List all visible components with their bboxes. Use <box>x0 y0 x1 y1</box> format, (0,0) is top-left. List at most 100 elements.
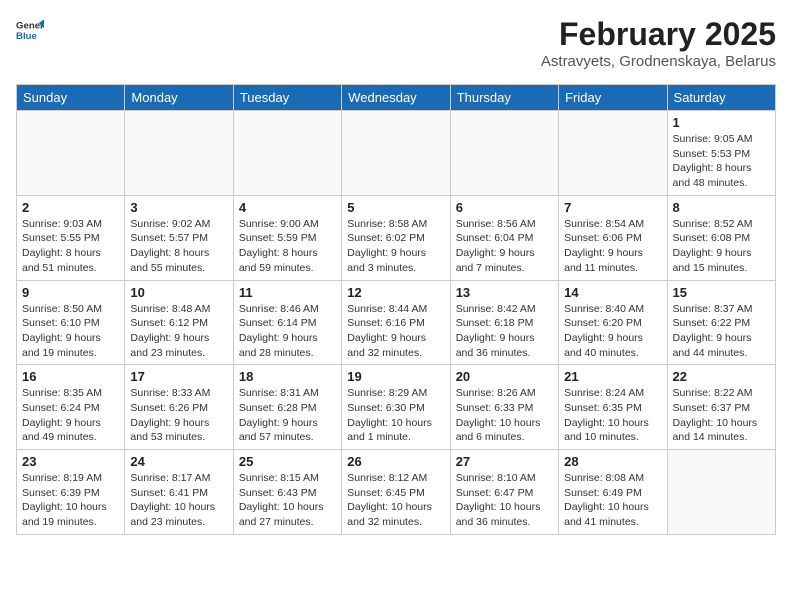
day-cell: 2 Sunrise: 9:03 AM Sunset: 5:55 PM Daylig… <box>17 195 125 280</box>
day-number: 20 <box>456 369 553 384</box>
day-cell: 25 Sunrise: 8:15 AM Sunset: 6:43 PM Dayli… <box>233 450 341 535</box>
day-info: Sunrise: 8:48 AM Sunset: 6:12 PM Dayligh… <box>130 302 227 361</box>
day-cell: 18 Sunrise: 8:31 AM Sunset: 6:28 PM Dayli… <box>233 365 341 450</box>
header-monday: Monday <box>125 85 233 111</box>
day-info: Sunrise: 8:17 AM Sunset: 6:41 PM Dayligh… <box>130 471 227 530</box>
day-cell: 27 Sunrise: 8:10 AM Sunset: 6:47 PM Dayli… <box>450 450 558 535</box>
day-cell <box>667 450 775 535</box>
day-info: Sunrise: 8:24 AM Sunset: 6:35 PM Dayligh… <box>564 386 661 445</box>
day-number: 1 <box>673 115 770 130</box>
day-cell: 8Sunrise: 8:52 AM Sunset: 6:08 PM Daylig… <box>667 195 775 280</box>
day-number: 3 <box>130 200 227 215</box>
week-row-1: 1 Sunrise: 9:05 AM Sunset: 5:53 PM Daylig… <box>17 111 776 196</box>
week-row-3: 9 Sunrise: 8:50 AM Sunset: 6:10 PM Daylig… <box>17 280 776 365</box>
day-cell <box>17 111 125 196</box>
day-cell: 11Sunrise: 8:46 AM Sunset: 6:14 PM Dayli… <box>233 280 341 365</box>
day-cell: 23 Sunrise: 8:19 AM Sunset: 6:39 PM Dayli… <box>17 450 125 535</box>
day-info: Sunrise: 8:40 AM Sunset: 6:20 PM Dayligh… <box>564 302 661 361</box>
day-info: Sunrise: 8:10 AM Sunset: 6:47 PM Dayligh… <box>456 471 553 530</box>
day-info: Sunrise: 9:03 AM Sunset: 5:55 PM Dayligh… <box>22 217 119 276</box>
day-info: Sunrise: 8:50 AM Sunset: 6:10 PM Dayligh… <box>22 302 119 361</box>
day-info: Sunrise: 9:05 AM Sunset: 5:53 PM Dayligh… <box>673 132 770 191</box>
day-cell: 9 Sunrise: 8:50 AM Sunset: 6:10 PM Daylig… <box>17 280 125 365</box>
day-number: 23 <box>22 454 119 469</box>
day-info: Sunrise: 8:54 AM Sunset: 6:06 PM Dayligh… <box>564 217 661 276</box>
day-number: 6 <box>456 200 553 215</box>
day-info: Sunrise: 8:12 AM Sunset: 6:45 PM Dayligh… <box>347 471 444 530</box>
day-info: Sunrise: 8:22 AM Sunset: 6:37 PM Dayligh… <box>673 386 770 445</box>
week-row-2: 2 Sunrise: 9:03 AM Sunset: 5:55 PM Daylig… <box>17 195 776 280</box>
day-cell: 7 Sunrise: 8:54 AM Sunset: 6:06 PM Daylig… <box>559 195 667 280</box>
day-number: 18 <box>239 369 336 384</box>
day-number: 22 <box>673 369 770 384</box>
day-number: 19 <box>347 369 444 384</box>
day-info: Sunrise: 9:00 AM Sunset: 5:59 PM Dayligh… <box>239 217 336 276</box>
svg-text:General: General <box>16 20 44 31</box>
day-number: 15 <box>673 285 770 300</box>
logo: General Blue <box>16 16 48 44</box>
day-number: 25 <box>239 454 336 469</box>
day-number: 5 <box>347 200 444 215</box>
day-info: Sunrise: 8:31 AM Sunset: 6:28 PM Dayligh… <box>239 386 336 445</box>
day-number: 21 <box>564 369 661 384</box>
day-cell <box>125 111 233 196</box>
header-tuesday: Tuesday <box>233 85 341 111</box>
day-cell: 13 Sunrise: 8:42 AM Sunset: 6:18 PM Dayli… <box>450 280 558 365</box>
day-info: Sunrise: 8:29 AM Sunset: 6:30 PM Dayligh… <box>347 386 444 445</box>
day-info: Sunrise: 8:26 AM Sunset: 6:33 PM Dayligh… <box>456 386 553 445</box>
day-info: Sunrise: 8:33 AM Sunset: 6:26 PM Dayligh… <box>130 386 227 445</box>
day-number: 26 <box>347 454 444 469</box>
day-number: 12 <box>347 285 444 300</box>
day-number: 17 <box>130 369 227 384</box>
day-number: 7 <box>564 200 661 215</box>
day-number: 11 <box>239 285 336 300</box>
day-cell: 16Sunrise: 8:35 AM Sunset: 6:24 PM Dayli… <box>17 365 125 450</box>
day-cell: 4 Sunrise: 9:00 AM Sunset: 5:59 PM Daylig… <box>233 195 341 280</box>
day-info: Sunrise: 8:42 AM Sunset: 6:18 PM Dayligh… <box>456 302 553 361</box>
day-cell: 26 Sunrise: 8:12 AM Sunset: 6:45 PM Dayli… <box>342 450 450 535</box>
day-info: Sunrise: 8:15 AM Sunset: 6:43 PM Dayligh… <box>239 471 336 530</box>
day-cell: 24 Sunrise: 8:17 AM Sunset: 6:41 PM Dayli… <box>125 450 233 535</box>
header-wednesday: Wednesday <box>342 85 450 111</box>
day-info: Sunrise: 9:02 AM Sunset: 5:57 PM Dayligh… <box>130 217 227 276</box>
day-number: 14 <box>564 285 661 300</box>
day-info: Sunrise: 8:19 AM Sunset: 6:39 PM Dayligh… <box>22 471 119 530</box>
week-row-4: 16Sunrise: 8:35 AM Sunset: 6:24 PM Dayli… <box>17 365 776 450</box>
day-cell: 19 Sunrise: 8:29 AM Sunset: 6:30 PM Dayli… <box>342 365 450 450</box>
day-cell: 28 Sunrise: 8:08 AM Sunset: 6:49 PM Dayli… <box>559 450 667 535</box>
day-number: 28 <box>564 454 661 469</box>
day-cell <box>450 111 558 196</box>
day-cell: 21 Sunrise: 8:24 AM Sunset: 6:35 PM Dayli… <box>559 365 667 450</box>
day-cell: 12 Sunrise: 8:44 AM Sunset: 6:16 PM Dayli… <box>342 280 450 365</box>
day-number: 27 <box>456 454 553 469</box>
day-cell <box>342 111 450 196</box>
header-sunday: Sunday <box>17 85 125 111</box>
day-info: Sunrise: 8:52 AM Sunset: 6:08 PM Dayligh… <box>673 217 770 276</box>
day-cell: 20 Sunrise: 8:26 AM Sunset: 6:33 PM Dayli… <box>450 365 558 450</box>
header-row: Sunday Monday Tuesday Wednesday Thursday… <box>17 85 776 111</box>
day-cell: 10 Sunrise: 8:48 AM Sunset: 6:12 PM Dayli… <box>125 280 233 365</box>
day-cell: 5Sunrise: 8:58 AM Sunset: 6:02 PM Daylig… <box>342 195 450 280</box>
calendar-title: February 2025 <box>541 16 776 53</box>
day-cell: 17 Sunrise: 8:33 AM Sunset: 6:26 PM Dayli… <box>125 365 233 450</box>
day-cell: 14 Sunrise: 8:40 AM Sunset: 6:20 PM Dayli… <box>559 280 667 365</box>
header-friday: Friday <box>559 85 667 111</box>
day-number: 9 <box>22 285 119 300</box>
calendar-subtitle: Astravyets, Grodnenskaya, Belarus <box>541 53 776 70</box>
day-info: Sunrise: 8:35 AM Sunset: 6:24 PM Dayligh… <box>22 386 119 445</box>
day-cell <box>233 111 341 196</box>
day-number: 10 <box>130 285 227 300</box>
day-cell: 22 Sunrise: 8:22 AM Sunset: 6:37 PM Dayli… <box>667 365 775 450</box>
day-info: Sunrise: 8:37 AM Sunset: 6:22 PM Dayligh… <box>673 302 770 361</box>
day-number: 2 <box>22 200 119 215</box>
day-number: 24 <box>130 454 227 469</box>
day-info: Sunrise: 8:08 AM Sunset: 6:49 PM Dayligh… <box>564 471 661 530</box>
day-cell: 3 Sunrise: 9:02 AM Sunset: 5:57 PM Daylig… <box>125 195 233 280</box>
day-number: 4 <box>239 200 336 215</box>
day-cell: 6Sunrise: 8:56 AM Sunset: 6:04 PM Daylig… <box>450 195 558 280</box>
header-saturday: Saturday <box>667 85 775 111</box>
day-number: 13 <box>456 285 553 300</box>
day-cell: 15 Sunrise: 8:37 AM Sunset: 6:22 PM Dayli… <box>667 280 775 365</box>
day-cell <box>559 111 667 196</box>
day-info: Sunrise: 8:44 AM Sunset: 6:16 PM Dayligh… <box>347 302 444 361</box>
